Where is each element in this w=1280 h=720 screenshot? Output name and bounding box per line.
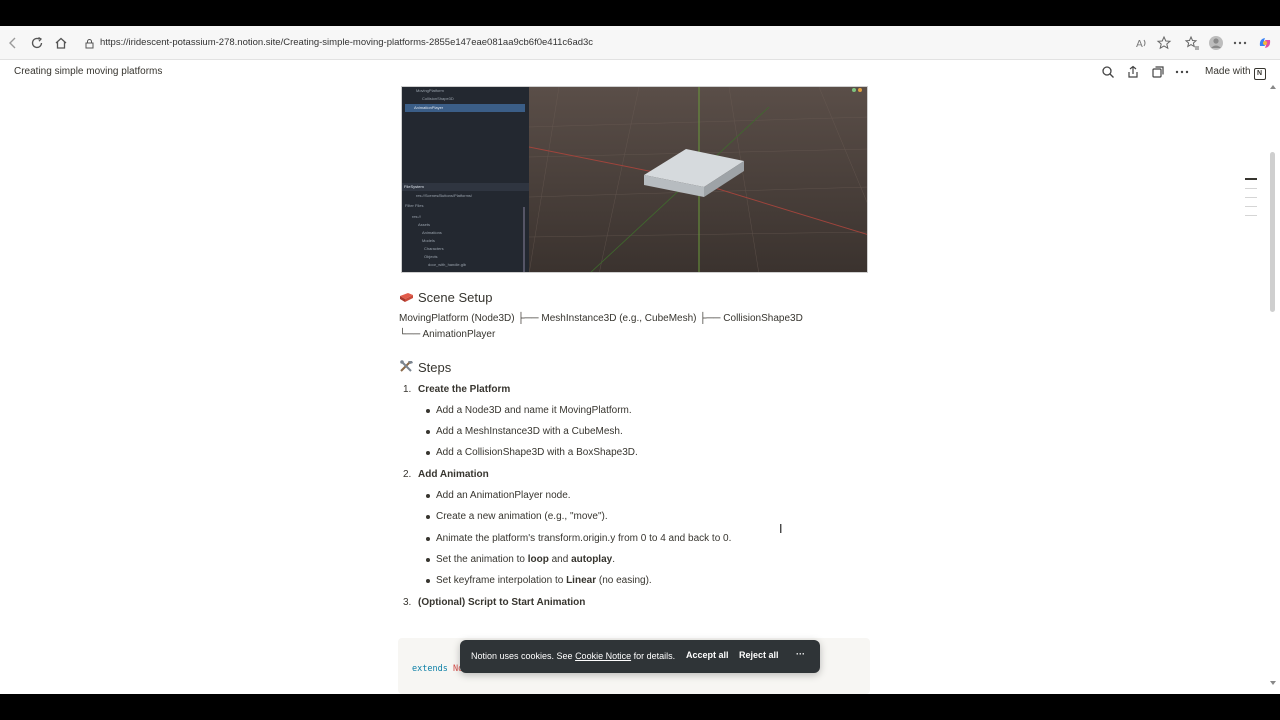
list-item: Create a new animation (e.g., "move"). bbox=[436, 511, 608, 522]
toc-line[interactable] bbox=[1245, 206, 1257, 207]
filter-files: Filter Files bbox=[405, 203, 424, 208]
list-item: Set the animation to loop and autoplay. bbox=[436, 554, 615, 565]
favorite-star-icon[interactable] bbox=[1155, 34, 1173, 52]
url-text[interactable]: https://iridescent-potassium-278.notion.… bbox=[100, 37, 593, 48]
scene-tree-line-2: └── AnimationPlayer bbox=[399, 329, 496, 340]
list-item: Animate the platform's transform.origin.… bbox=[436, 533, 732, 544]
made-with-label: Made with bbox=[1205, 66, 1251, 77]
step-number: 3. bbox=[403, 597, 412, 608]
bullet-dot bbox=[426, 558, 430, 562]
step-title: Add Animation bbox=[418, 469, 489, 480]
svg-text:A: A bbox=[1136, 39, 1143, 50]
list-item: Set keyframe interpolation to Linear (no… bbox=[436, 575, 652, 586]
step-title: Create the Platform bbox=[418, 384, 511, 395]
bullet-dot bbox=[426, 515, 430, 519]
hammer-and-wrench-icon bbox=[399, 360, 414, 372]
notion-header: Creating simple moving platforms Made wi… bbox=[0, 60, 1280, 82]
step-number: 2. bbox=[403, 469, 412, 480]
list-item: Add an AnimationPlayer node. bbox=[436, 490, 571, 501]
bullet-dot bbox=[426, 494, 430, 498]
tree-row: AnimationPlayer bbox=[414, 105, 444, 110]
cookie-message: Notion uses cookies. See Cookie Notice f… bbox=[471, 651, 675, 661]
more-icon[interactable] bbox=[1231, 34, 1249, 52]
made-with-notion-button[interactable]: Made with N bbox=[1199, 63, 1272, 81]
cookie-text: for details. bbox=[631, 651, 676, 661]
scene-setup-heading: Scene Setup bbox=[399, 290, 492, 305]
toc-line[interactable] bbox=[1245, 197, 1257, 198]
scene-tree-line-1: MovingPlatform (Node3D) ├── MeshInstance… bbox=[399, 313, 803, 324]
fs-row: Models bbox=[422, 238, 435, 243]
scene-setup-title: Scene Setup bbox=[418, 290, 493, 305]
code-line: extends No bbox=[412, 664, 463, 674]
bullet-dot bbox=[426, 430, 430, 434]
bullet-dot bbox=[426, 451, 430, 455]
bullet-dot bbox=[426, 409, 430, 413]
step-title: (Optional) Script to Start Animation bbox=[418, 597, 586, 608]
scrollbar-thumb[interactable] bbox=[1270, 152, 1275, 312]
filesystem-path: res://Scenes/Buttons/Platforms/ bbox=[416, 193, 473, 198]
home-icon[interactable] bbox=[52, 34, 70, 52]
reject-all-button[interactable]: Reject all bbox=[739, 650, 779, 660]
search-icon[interactable] bbox=[1100, 64, 1116, 80]
fs-row: door_with_handle.glb bbox=[428, 262, 467, 267]
steps-heading: Steps bbox=[399, 360, 451, 375]
bullet-dot bbox=[426, 579, 430, 583]
accept-all-button[interactable]: Accept all bbox=[686, 650, 729, 660]
fs-row: Objects bbox=[424, 254, 438, 259]
toc-line[interactable] bbox=[1245, 178, 1257, 180]
code-keyword: extends bbox=[412, 664, 448, 674]
step-number: 1. bbox=[403, 384, 412, 395]
steps-title: Steps bbox=[418, 360, 452, 375]
text-run-bold: autoplay bbox=[571, 554, 613, 565]
toc-line[interactable] bbox=[1245, 188, 1257, 189]
back-icon[interactable] bbox=[4, 34, 22, 52]
more-icon[interactable] bbox=[1174, 64, 1190, 80]
fs-row: Assets bbox=[418, 222, 431, 227]
top-black-bar bbox=[0, 0, 1280, 26]
cookie-banner: Notion uses cookies. See Cookie Notice f… bbox=[460, 640, 820, 673]
tree-row: MovingPlatform bbox=[416, 88, 444, 93]
tree-row: CollisionShape3D bbox=[422, 96, 454, 101]
text-run: . bbox=[612, 554, 615, 565]
godot-editor-screenshot: MovingPlatform CollisionShape3D Animatio… bbox=[401, 86, 868, 273]
text-run: (no easing). bbox=[596, 575, 652, 586]
table-of-contents-outline[interactable] bbox=[1245, 178, 1257, 224]
copilot-icon[interactable] bbox=[1256, 34, 1274, 52]
fs-row: Characters bbox=[424, 246, 444, 251]
list-item: Add a MeshInstance3D with a CubeMesh. bbox=[436, 426, 623, 437]
panel-scrollbar bbox=[523, 207, 525, 272]
text-run-bold: Linear bbox=[566, 575, 597, 586]
duplicate-icon[interactable] bbox=[1150, 64, 1166, 80]
cookie-more-button[interactable]: ··· bbox=[796, 649, 805, 659]
scene-tree-panel: MovingPlatform CollisionShape3D Animatio… bbox=[402, 87, 530, 272]
text-run: Set keyframe interpolation to bbox=[436, 575, 567, 586]
cookie-notice-link[interactable]: Cookie Notice bbox=[575, 651, 631, 661]
3d-viewport bbox=[528, 87, 867, 272]
refresh-icon[interactable] bbox=[28, 34, 46, 52]
share-icon[interactable] bbox=[1125, 64, 1141, 80]
lock-icon[interactable] bbox=[84, 36, 95, 49]
fs-row: res:// bbox=[412, 214, 421, 219]
fs-row: Animations bbox=[422, 230, 442, 235]
bullet-dot bbox=[426, 537, 430, 541]
list-item: Add a CollisionShape3D with a BoxShape3D… bbox=[436, 447, 638, 458]
toc-line[interactable] bbox=[1245, 215, 1257, 216]
browser-toolbar: https://iridescent-potassium-278.notion.… bbox=[0, 26, 1280, 60]
text-run-bold: loop bbox=[527, 554, 549, 565]
bottom-black-bar bbox=[0, 694, 1280, 720]
cookie-text: Notion uses cookies. See bbox=[471, 651, 576, 661]
text-run: and bbox=[548, 554, 572, 565]
text-run: Set the animation to bbox=[436, 554, 528, 565]
brick-icon bbox=[399, 291, 414, 303]
list-item: Add a Node3D and name it MovingPlatform. bbox=[436, 405, 632, 416]
read-aloud-icon[interactable]: A bbox=[1133, 34, 1151, 52]
favorites-icon[interactable] bbox=[1183, 34, 1201, 52]
profile-icon[interactable] bbox=[1207, 34, 1225, 52]
page-title[interactable]: Creating simple moving platforms bbox=[14, 66, 162, 77]
filesystem-label: FileSystem bbox=[404, 184, 424, 189]
text-cursor-icon: I bbox=[779, 522, 783, 536]
notion-logo-icon: N bbox=[1253, 68, 1266, 80]
